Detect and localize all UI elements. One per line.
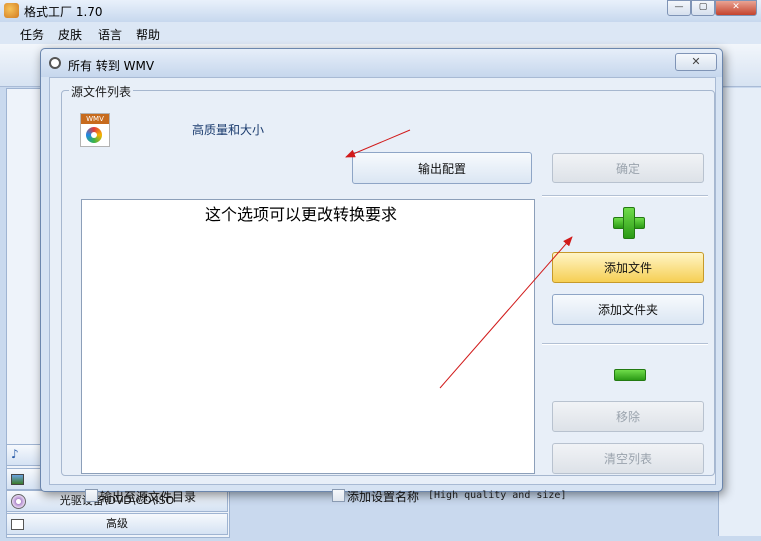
add-file-button[interactable]: 添加文件 [552,252,704,283]
checkbox-label: 输出至源文件目录 [100,490,197,504]
confirm-button[interactable]: 确定 [552,153,704,183]
minimize-button[interactable]: — [667,0,691,16]
sidebar-item-advanced[interactable]: 高级 [6,513,228,535]
divider [542,195,708,197]
clear-list-button[interactable]: 清空列表 [552,443,704,474]
app-logo-icon [4,3,19,18]
group-label: 源文件列表 [69,83,134,100]
minus-icon [614,369,646,381]
checkbox-box[interactable] [85,489,98,502]
wmv-format-icon: WMV [80,113,110,147]
source-file-group: 源文件列表 WMV 高质量和大小 输出配置 确定 添加文件 添加文件夹 移除 清… [61,83,715,504]
menu-task[interactable]: 任务 [20,26,44,43]
divider [542,343,708,345]
preset-label: 高质量和大小 [192,123,265,137]
plus-icon [613,207,645,239]
convert-dialog: 所有 转到 WMV ✕ 源文件列表 WMV 高质量和大小 输出配置 确定 添加文… [40,48,723,504]
menubar: 任务 皮肤 语言 帮助 [0,22,761,44]
maximize-button[interactable]: ▢ [691,0,715,16]
menu-help[interactable]: 帮助 [136,26,160,43]
source-file-list[interactable]: 这个选项可以更改转换要求 [81,199,535,474]
menu-language[interactable]: 语言 [98,26,122,43]
wmv-icon-label: WMV [81,114,109,124]
add-folder-button[interactable]: 添加文件夹 [552,294,704,325]
output-config-button[interactable]: 输出配置 [352,152,532,184]
preset-name-value: [High quality and size] [428,490,567,501]
app-title: 格式工厂 1.70 [24,5,103,19]
menu-skin[interactable]: 皮肤 [58,26,82,43]
music-note-icon: ♪ [11,447,19,461]
dialog-body: 源文件列表 WMV 高质量和大小 输出配置 确定 添加文件 添加文件夹 移除 清… [49,77,716,504]
remove-button[interactable]: 移除 [552,401,704,432]
dialog-close-button[interactable]: ✕ [675,53,717,71]
dialog-title: 所有 转到 WMV [68,59,155,73]
picture-icon [11,474,24,485]
checkbox-label: 添加设置名称 [347,490,420,504]
dialog-titlebar: 所有 转到 WMV ✕ [41,49,722,77]
right-panel [718,88,761,536]
annotation-text: 这个选项可以更改转换要求 [205,205,398,224]
close-button[interactable]: ✕ [715,0,757,16]
play-disc-icon [86,127,102,143]
checkbox-box[interactable] [332,489,345,502]
main-titlebar: 格式工厂 1.70 — ▢ ✕ [0,0,761,23]
dialog-app-icon [49,57,61,69]
